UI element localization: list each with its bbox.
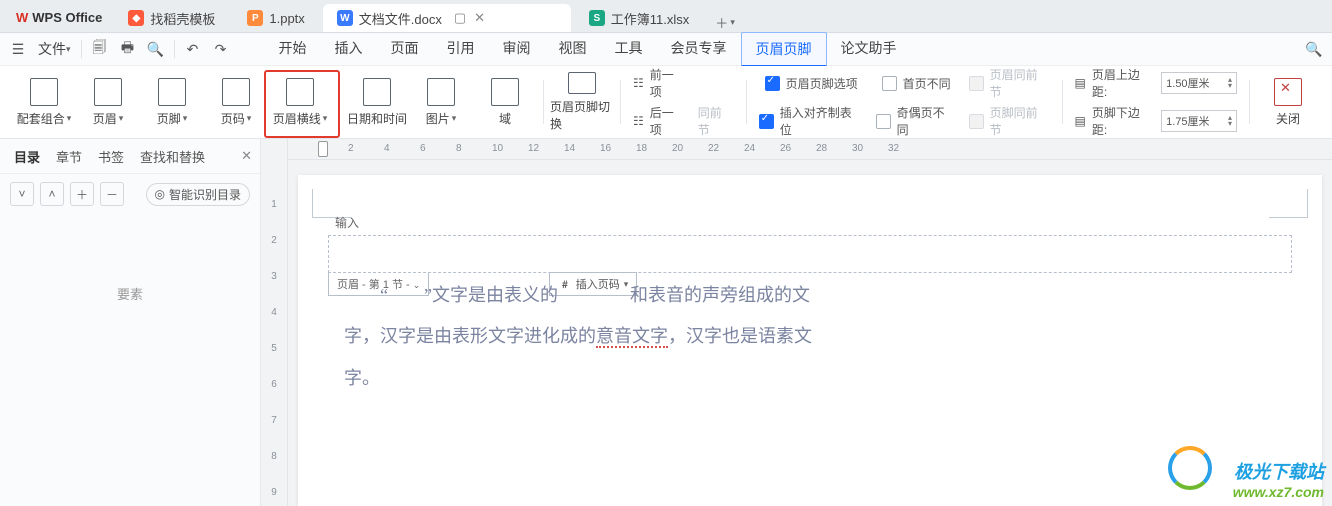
ribbon-header-footer: 配套组合▾页眉▾页脚▾页码▾页眉横线▾日期和时间图片▾域页眉页脚切换 ☷前一项 … [0,66,1332,139]
rect-icon [491,78,519,106]
menu-页面[interactable]: 页面 [377,32,433,64]
tab-templates[interactable]: ◆ 找稻壳模板 [114,4,229,32]
ribbon-日期和时间[interactable]: 日期和时间 [345,72,409,132]
tab-pptx[interactable]: P 1.pptx [233,4,318,32]
rect-icon [286,78,314,106]
ruler-indent-marker[interactable] [318,141,328,157]
close-icon: ✕ [1274,78,1302,106]
undo-icon[interactable]: ↶ [179,35,207,63]
same-section-button: 同前节 [694,108,738,134]
workspace: 目录 章节 书签 查找和替换 ✕ ˅ ˄ ＋ － ◎智能识别目录 要素 1234… [0,139,1332,506]
tab-find-replace[interactable]: 查找和替换 [134,143,211,170]
rect-icon [94,78,122,106]
menu-引用[interactable]: 引用 [433,32,489,64]
side-tabs: 目录 章节 书签 查找和替换 ✕ [0,139,260,174]
first-page-diff[interactable]: 首页不同 [878,70,955,96]
add-button[interactable]: ＋ [70,182,94,206]
menu-工具[interactable]: 工具 [601,32,657,64]
menu-页眉页脚[interactable]: 页眉页脚 [741,32,827,67]
margin-group: ▤页眉上边距: 1.50厘米▴▾ ▤页脚下边距: 1.75厘米▴▾ [1069,66,1244,138]
ppt-icon: P [247,10,263,26]
app-name: WPS Office [32,10,102,25]
tab-bookmarks[interactable]: 书签 [92,143,130,170]
preview-icon[interactable]: 🔍 [142,35,170,63]
word-icon: W [337,10,353,26]
horizontal-ruler[interactable]: 2468101214161820222426283032 [288,139,1332,160]
menu-论文助手[interactable]: 论文助手 [827,32,911,64]
ribbon-页眉横线[interactable]: 页眉横线▾ [268,72,332,132]
footer-bottom-margin[interactable]: 1.75厘米▴▾ [1161,110,1237,132]
insert-align-tab[interactable]: 插入对齐制表位 [755,108,868,134]
rect-icon [427,78,455,106]
ribbon-页脚[interactable]: 页脚▾ [140,72,204,132]
document-tab-bar: W WPS Office ◆ 找稻壳模板 P 1.pptx W 文档文件.doc… [0,0,1332,33]
rect-icon [222,78,250,106]
odd-even-diff[interactable]: 奇偶页不同 [872,108,961,134]
next-item-button[interactable]: ☷后一项 [629,108,690,134]
tab-toc[interactable]: 目录 [8,143,46,170]
menu-hamburger-icon[interactable]: ☰ [4,35,32,63]
header-placeholder: 输入 [335,214,359,231]
restore-icon[interactable]: ▢ [454,10,466,26]
menu-bar: ☰ 文件 ▾ 🗐 🖶 🔍 ↶ ↷ 开始插入页面引用审阅视图工具会员专享页眉页脚论… [0,33,1332,66]
menu-视图[interactable]: 视图 [545,32,601,64]
header-top-margin[interactable]: 1.50厘米▴▾ [1161,72,1237,94]
print-icon[interactable]: 🖶 [114,35,142,63]
ribbon-域[interactable]: 域 [473,72,537,132]
diamond-icon: ◆ [128,10,144,26]
ribbon-页眉页脚切换[interactable]: 页眉页脚切换 [550,72,614,132]
rect-icon [158,78,186,106]
watermark: 极光下载站 www.xz7.com [1233,458,1324,500]
sheet-icon: S [589,10,605,26]
footer-same-section: 页脚同前节 [965,108,1054,134]
vertical-ruler: 12345678910 [261,139,288,506]
ribbon-页码[interactable]: 页码▾ [204,72,268,132]
toc-empty: 要素 [0,214,260,506]
header-footer-options[interactable]: 页眉页脚选项 [761,70,862,96]
search-icon[interactable]: 🔍 [1300,35,1328,63]
ribbon-图片[interactable]: 图片▾ [409,72,473,132]
wps-icon: W [16,10,28,25]
remove-button[interactable]: － [100,182,124,206]
file-menu[interactable]: 文件 ▾ [32,33,77,65]
options-group: 页眉页脚选项 插入对齐制表位 [753,66,870,138]
menu-开始[interactable]: 开始 [265,32,321,64]
close-tab-icon[interactable]: ✕ [474,10,485,26]
save-icon[interactable]: 🗐 [86,35,114,63]
rect-icon [363,78,391,106]
menu-审阅[interactable]: 审阅 [489,32,545,64]
ribbon-配套组合[interactable]: 配套组合▾ [12,72,76,132]
redo-icon[interactable]: ↷ [207,35,235,63]
rect-icon [568,72,596,94]
ribbon-页眉[interactable]: 页眉▾ [76,72,140,132]
tab-xlsx[interactable]: S 工作簿11.xlsx [575,4,704,32]
rect-icon [30,78,58,106]
header-same-section: 页眉同前节 [965,70,1054,96]
tab-docx-active[interactable]: W 文档文件.docx ▢ ✕ [323,4,571,32]
watermark-logo-icon [1168,446,1212,490]
prev-item-button[interactable]: ☷前一项 [629,70,690,96]
target-icon: ◎ [155,187,165,201]
navigation-panel: 目录 章节 书签 查找和替换 ✕ ˅ ˄ ＋ － ◎智能识别目录 要素 [0,139,261,506]
expand-down-button[interactable]: ˅ [10,182,34,206]
document-body: “意音”文字是由表义的形旁符号和表音的声旁组成的文 字，汉字是由表形文字进化成的… [344,275,1276,399]
wps-logo: W WPS Office [6,2,112,32]
menu-会员专享[interactable]: 会员专享 [657,32,741,64]
menu-插入[interactable]: 插入 [321,32,377,64]
close-header-footer[interactable]: ✕ 关闭 [1256,72,1320,132]
close-panel-icon[interactable]: ✕ [241,148,252,164]
header-edit-zone[interactable]: 输入 页眉 - 第 1 节 - ⌄ #️插入页码 ▾ [328,235,1292,273]
smart-toc-button[interactable]: ◎智能识别目录 [146,183,251,206]
nav-group: ☷前一项 ☷后一项 [627,66,692,138]
expand-up-button[interactable]: ˄ [40,182,64,206]
tab-chapters[interactable]: 章节 [50,143,88,170]
add-tab-button[interactable]: ＋ ▾ [711,13,739,32]
page: 输入 页眉 - 第 1 节 - ⌄ #️插入页码 ▾ “意音”文字是由表义的形旁… [298,175,1322,506]
